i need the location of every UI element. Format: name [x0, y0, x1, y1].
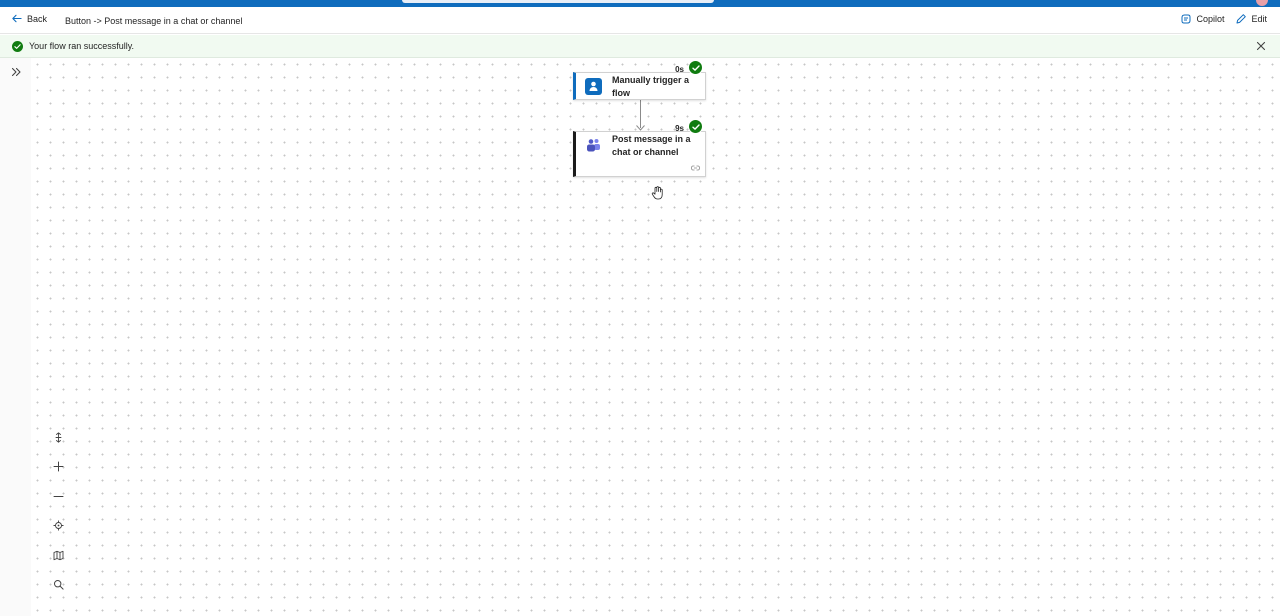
edit-button[interactable]: Edit [1235, 13, 1267, 25]
center-button[interactable] [47, 514, 69, 536]
connector-line [640, 100, 641, 128]
action-success-check-icon [688, 119, 703, 134]
minimap-button[interactable] [47, 544, 69, 566]
trigger-duration: 0s [675, 65, 684, 74]
action-duration: 9s [675, 124, 684, 133]
breadcrumb: Button -> Post message in a chat or chan… [65, 16, 243, 26]
copilot-icon [1181, 14, 1191, 24]
close-icon[interactable] [1255, 40, 1267, 52]
back-button[interactable]: Back [11, 13, 47, 24]
banner-message: Your flow ran successfully. [29, 41, 135, 51]
search-button[interactable] [47, 573, 69, 595]
edit-label: Edit [1251, 14, 1267, 24]
zoom-in-icon [53, 461, 63, 471]
address-bar-fragment [402, 0, 714, 3]
zoom-out-icon [53, 495, 63, 497]
center-icon [53, 520, 63, 530]
success-banner: Your flow ran successfully. [0, 35, 1280, 58]
hand-cursor-icon [651, 186, 663, 200]
zoom-in-button[interactable] [47, 455, 69, 477]
left-rail [0, 58, 31, 616]
top-browser-strip [0, 0, 1280, 7]
fit-vertical-button[interactable] [47, 426, 69, 448]
teams-icon [585, 137, 602, 154]
arrow-left-icon [12, 14, 22, 23]
chevron-double-right-icon[interactable] [10, 66, 22, 78]
manual-trigger-icon [585, 78, 602, 95]
minimap-icon [53, 550, 63, 560]
trigger-success-check-icon [688, 60, 703, 75]
zoom-out-button[interactable] [47, 485, 69, 507]
command-bar: Back Button -> Post message in a chat or… [0, 7, 1280, 34]
action-title: Post message in a chat or channel [612, 134, 691, 157]
trigger-title: Manually trigger a flow [612, 75, 690, 98]
fit-vertical-icon [55, 431, 61, 443]
trigger-node[interactable]: Manually trigger a flow 0s [573, 60, 706, 100]
success-icon [12, 41, 23, 52]
pencil-icon [1236, 14, 1247, 24]
copilot-label: Copilot [1196, 14, 1225, 24]
action-node[interactable]: Post message in a chat or channel 9s [573, 119, 706, 177]
link-icon [691, 165, 700, 171]
search-icon [53, 579, 64, 590]
copilot-button[interactable]: Copilot [1180, 13, 1224, 25]
back-label: Back [27, 13, 48, 24]
profile-dot [1256, 0, 1268, 6]
